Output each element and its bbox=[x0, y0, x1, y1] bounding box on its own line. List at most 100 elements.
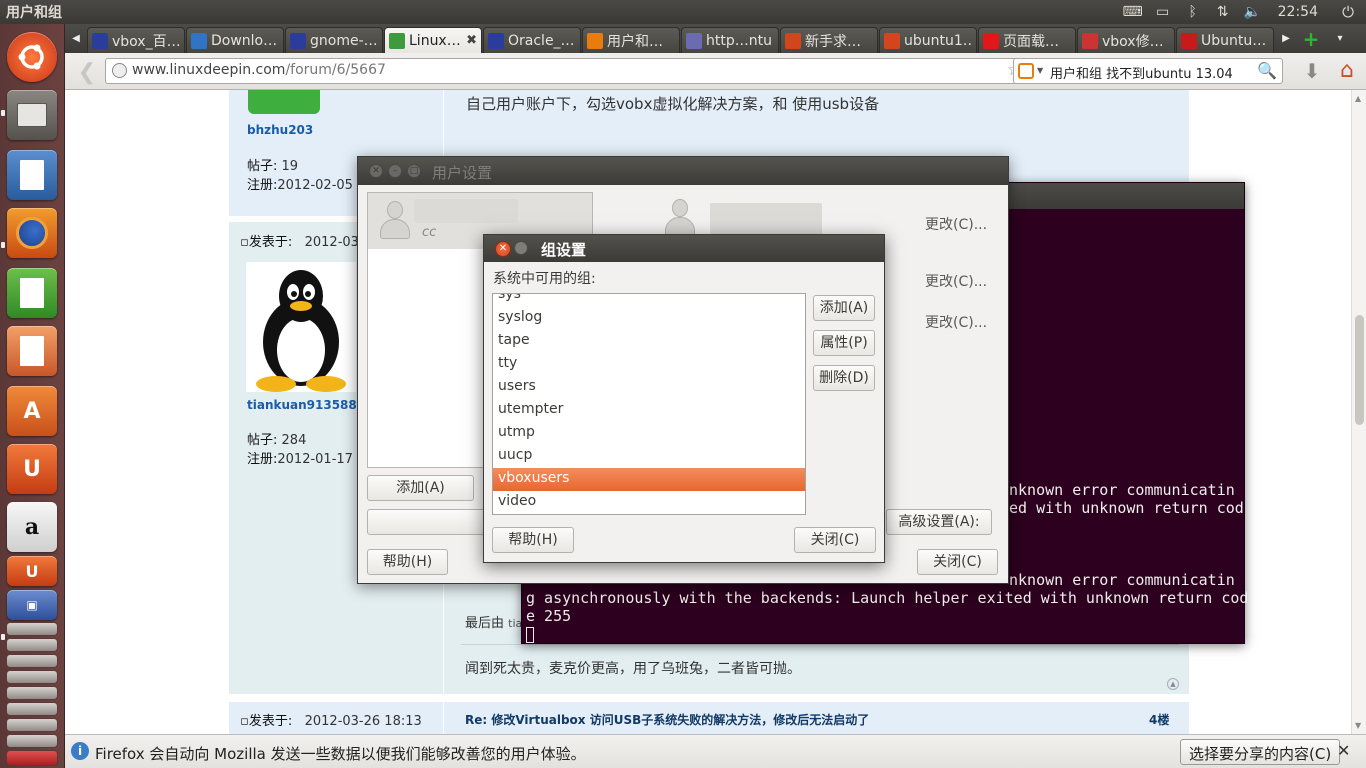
trash-icon[interactable] bbox=[6, 750, 58, 766]
tab-label: 新手求… bbox=[805, 33, 861, 50]
close-icon[interactable]: ✕ bbox=[495, 241, 511, 257]
tab[interactable]: vbox_百… bbox=[87, 27, 185, 53]
url-path: /forum/6/5667 bbox=[285, 62, 386, 78]
url-bar[interactable]: www.linuxdeepin.com/forum/6/5667 ☆ ▼ ↻ bbox=[105, 58, 1067, 84]
post-floor[interactable]: 4楼 bbox=[1149, 711, 1169, 728]
tab[interactable]: Ubuntu… bbox=[1176, 27, 1274, 53]
tab[interactable]: vbox修… bbox=[1077, 27, 1175, 53]
tab-label: http…ntu bbox=[706, 32, 772, 49]
post-username[interactable]: bhzhu203 bbox=[247, 123, 313, 137]
tab[interactable]: Oracle_… bbox=[483, 27, 581, 53]
bluetooth-icon[interactable]: ᛒ bbox=[1178, 4, 1208, 20]
change-account-type-button[interactable]: 更改(C)... bbox=[925, 271, 987, 291]
user-role: cc bbox=[422, 225, 437, 240]
tab[interactable]: 页面载… bbox=[978, 27, 1076, 53]
post-subject[interactable]: Re: 修改Virtualbox 访问USB子系统失败的解决方法，修改后无法启动… bbox=[465, 711, 869, 728]
group-properties-button[interactable]: 属性(P) bbox=[813, 330, 875, 356]
tab[interactable]: Linux… ✖ bbox=[384, 27, 482, 53]
home-icon[interactable]: ⌂ bbox=[1333, 58, 1361, 84]
add-group-button[interactable]: 添加(A) bbox=[813, 295, 875, 321]
tab[interactable]: 新手求… bbox=[780, 27, 878, 53]
help-button[interactable]: 帮助(H) bbox=[492, 527, 574, 553]
group-list[interactable]: sys syslog tape tty users utempter utmp uucp vb… bbox=[492, 293, 806, 515]
help-button[interactable]: 帮助(H) bbox=[367, 549, 448, 575]
group-list-item[interactable]: sys bbox=[493, 294, 805, 307]
group-settings-titlebar[interactable]: ✕ 组设置 bbox=[484, 235, 884, 262]
power-icon[interactable]: ⏻ bbox=[1330, 3, 1366, 21]
choose-what-to-share-button[interactable]: 选择要分享的内容(C) bbox=[1180, 739, 1341, 765]
group-list-item[interactable]: video bbox=[493, 491, 805, 514]
clock[interactable]: 22:54 bbox=[1268, 4, 1330, 20]
new-tab-icon[interactable]: + bbox=[1297, 24, 1325, 53]
launcher-stack-item[interactable] bbox=[6, 702, 58, 716]
scrollbar-thumb[interactable] bbox=[1355, 315, 1364, 425]
window-minimize-icon[interactable]: – bbox=[388, 164, 402, 178]
group-list-item[interactable]: uucp bbox=[493, 445, 805, 468]
launcher-stack-item[interactable] bbox=[6, 654, 58, 668]
volume-icon[interactable]: 🔈 bbox=[1238, 4, 1268, 20]
maximize-icon[interactable] bbox=[514, 241, 528, 255]
tab-scroll-left-icon[interactable]: ◀ bbox=[65, 24, 87, 53]
files-icon[interactable] bbox=[7, 90, 57, 140]
terminal-line: nknown error communicatin bbox=[1009, 481, 1235, 499]
advanced-settings-button[interactable]: 高级设置(A): bbox=[886, 509, 992, 535]
tab[interactable]: ubuntu1… bbox=[879, 27, 977, 53]
change-password-button[interactable]: 更改(C)... bbox=[925, 312, 987, 332]
site-identity-icon[interactable] bbox=[112, 63, 127, 78]
group-list-item[interactable]: users bbox=[493, 376, 805, 399]
search-engine-icon[interactable] bbox=[1018, 63, 1034, 79]
group-list-item[interactable]: tty bbox=[493, 353, 805, 376]
firefox-icon[interactable] bbox=[7, 208, 57, 258]
amazon-icon[interactable]: a bbox=[7, 502, 57, 552]
impress-icon[interactable] bbox=[7, 326, 57, 376]
page-scrollbar[interactable]: ▲ ▼ bbox=[1351, 90, 1366, 734]
tab[interactable]: gnome-… bbox=[285, 27, 383, 53]
launcher-stack-item[interactable] bbox=[6, 686, 58, 700]
group-list-item[interactable]: vboxusers bbox=[493, 468, 805, 491]
battery-icon[interactable]: ▭ bbox=[1148, 4, 1178, 20]
group-list-item[interactable]: syslog bbox=[493, 307, 805, 330]
add-user-button[interactable]: 添加(A) bbox=[367, 475, 474, 501]
tab-label: 用户和… bbox=[607, 33, 663, 50]
search-icon[interactable]: 🔍 bbox=[1257, 61, 1277, 80]
tab-close-icon[interactable]: ✖ bbox=[466, 33, 477, 48]
tab[interactable]: 用户和… bbox=[582, 27, 680, 53]
user-settings-titlebar[interactable]: ✕ – □ 用户设置 bbox=[358, 157, 1008, 185]
ubuntu-one-icon[interactable]: U bbox=[7, 444, 57, 494]
group-list-item[interactable]: tape bbox=[493, 330, 805, 353]
launcher-stack-item[interactable] bbox=[6, 638, 58, 652]
ubuntu-one-music-icon[interactable]: U bbox=[7, 556, 57, 586]
writer-icon[interactable] bbox=[7, 150, 57, 200]
close-button[interactable]: 关闭(C) bbox=[917, 549, 998, 575]
search-box[interactable]: ▼ 用户和组 找不到ubuntu 13.04 🔍 bbox=[1013, 58, 1283, 84]
scroll-top-icon[interactable]: ▲ bbox=[1167, 678, 1179, 690]
tab-scroll-right-icon[interactable]: ▶ bbox=[1275, 24, 1297, 53]
search-engine-dropdown-icon[interactable]: ▼ bbox=[1037, 66, 1043, 75]
delete-group-button[interactable]: 删除(D) bbox=[813, 365, 875, 391]
group-list-item[interactable]: utempter bbox=[493, 399, 805, 422]
launcher-stack-item[interactable] bbox=[6, 622, 58, 636]
change-name-button[interactable]: 更改(C)... bbox=[925, 214, 987, 234]
scroll-down-icon[interactable]: ▼ bbox=[1355, 721, 1361, 730]
launcher-stack-item[interactable] bbox=[6, 718, 58, 732]
downloads-icon[interactable]: ⬇ bbox=[1299, 59, 1325, 85]
launcher-stack-item[interactable] bbox=[6, 734, 58, 748]
window-close-icon[interactable]: ✕ bbox=[369, 164, 383, 178]
calc-icon[interactable] bbox=[7, 268, 57, 318]
tab[interactable]: http…ntu bbox=[681, 27, 779, 53]
close-button[interactable]: 关闭(C) bbox=[794, 527, 876, 553]
dash-home-icon[interactable] bbox=[7, 32, 57, 82]
post-username[interactable]: tiankuan913588 bbox=[247, 398, 357, 412]
tab[interactable]: Downlo… bbox=[186, 27, 284, 53]
virtualbox-icon[interactable]: ▣ bbox=[7, 590, 57, 620]
window-maximize-icon[interactable]: □ bbox=[407, 164, 421, 178]
launcher-stack-item[interactable] bbox=[6, 670, 58, 684]
scroll-up-icon[interactable]: ▲ bbox=[1355, 94, 1361, 103]
keyboard-icon[interactable]: ⌨ bbox=[1118, 4, 1148, 20]
tab-list-icon[interactable]: ▾ bbox=[1329, 24, 1351, 53]
software-center-icon[interactable]: A bbox=[7, 386, 57, 436]
close-icon[interactable]: ✕ bbox=[1337, 741, 1350, 760]
group-list-item[interactable]: utmp bbox=[493, 422, 805, 445]
back-icon[interactable]: ❮ bbox=[73, 59, 101, 85]
network-icon[interactable]: ⇅ bbox=[1208, 4, 1238, 20]
